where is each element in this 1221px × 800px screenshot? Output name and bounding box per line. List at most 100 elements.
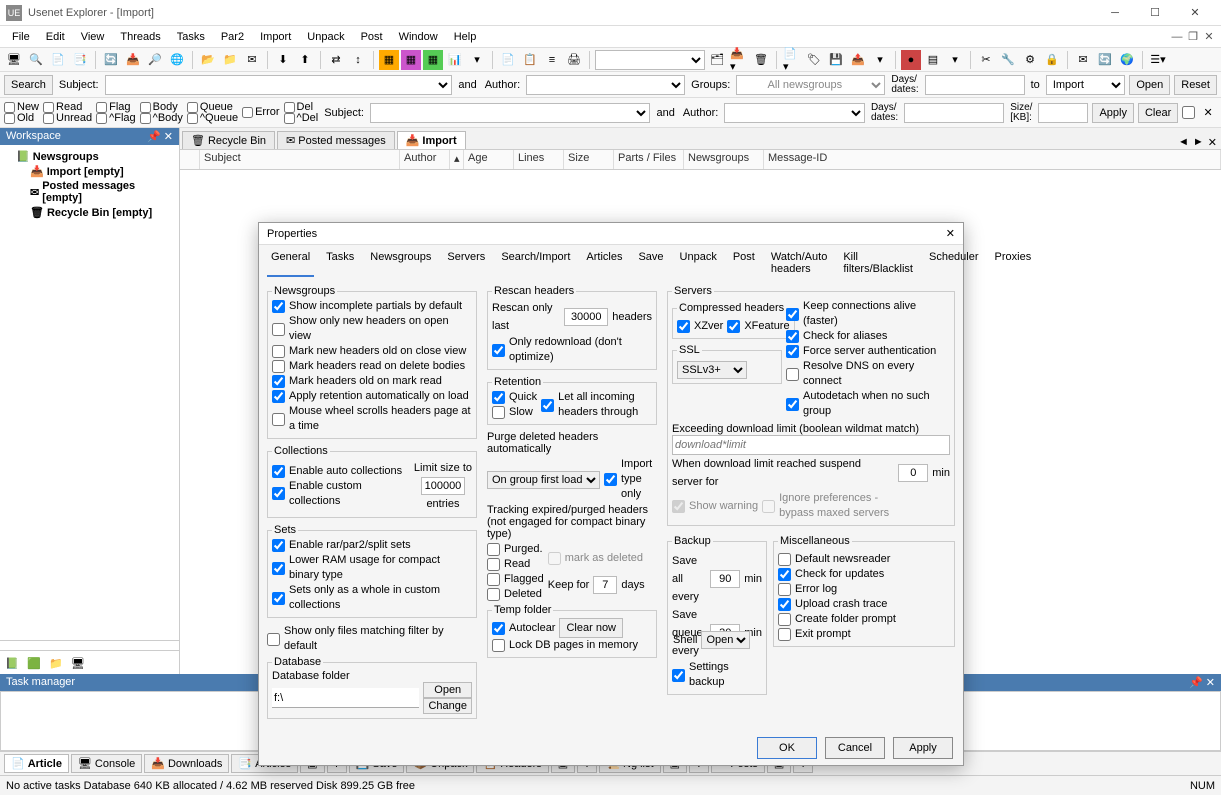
col-author[interactable]: Author: [400, 150, 450, 169]
tb-icon-15[interactable]: ↕: [348, 50, 368, 70]
dtab-kill[interactable]: Kill filters/Blacklist: [839, 249, 917, 277]
dialog-close-icon[interactable]: ✕: [946, 227, 955, 240]
chk-misc-d[interactable]: Upload crash trace: [778, 597, 950, 612]
tb-icon-11[interactable]: ✉: [242, 50, 262, 70]
keep-input[interactable]: [593, 576, 617, 594]
filter-extra-chk[interactable]: [1182, 106, 1195, 119]
chk-autoclear[interactable]: Autoclear: [492, 621, 555, 636]
tb-icon-13[interactable]: ⬆: [295, 50, 315, 70]
chk-col-b[interactable]: Enable custom collections: [272, 479, 410, 509]
chk-ng-d[interactable]: Mark headers read on delete bodies: [272, 359, 472, 374]
chk-ignore[interactable]: Ignore preferences - bypass maxed server…: [762, 491, 889, 521]
filter-unread[interactable]: Unread: [43, 113, 92, 124]
chk-ng-e[interactable]: Mark headers old on mark read: [272, 374, 472, 389]
tb-icon-23[interactable]: ≡: [542, 50, 562, 70]
col-subject[interactable]: Subject: [200, 150, 400, 169]
import-combo[interactable]: Import: [1046, 75, 1126, 95]
tb-icon-16[interactable]: ▦: [379, 50, 399, 70]
db-change-button[interactable]: Change: [423, 698, 472, 714]
sidetab-2-icon[interactable]: 🟩: [24, 653, 44, 673]
tb-icon-6[interactable]: 📥: [123, 50, 143, 70]
tb-icon-38[interactable]: ⚙: [1020, 50, 1040, 70]
btab-downloads[interactable]: 📥 Downloads: [144, 754, 229, 773]
toolbar-combo[interactable]: [595, 50, 705, 70]
chk-ret-slow[interactable]: Slow: [492, 405, 537, 420]
tb-icon-30[interactable]: 💾: [826, 50, 846, 70]
menu-help[interactable]: Help: [446, 29, 485, 45]
dtab-proxies[interactable]: Proxies: [991, 249, 1036, 277]
sidebar-close-icon[interactable]: ✕: [164, 131, 173, 143]
chk-track-read[interactable]: Read: [487, 557, 544, 572]
author-input[interactable]: [526, 75, 685, 95]
tb-icon-10[interactable]: 📁: [220, 50, 240, 70]
chk-ret-quick[interactable]: Quick: [492, 390, 537, 405]
chk-sets-a[interactable]: Enable rar/par2/split sets: [272, 538, 472, 553]
chk-sets-b[interactable]: Lower RAM usage for compact binary type: [272, 553, 472, 583]
menu-file[interactable]: File: [4, 29, 38, 45]
taskmgr-close-icon[interactable]: ✕: [1206, 677, 1215, 689]
rescan-input[interactable]: [564, 308, 608, 326]
menu-threads[interactable]: Threads: [112, 29, 168, 45]
suspend-input[interactable]: [898, 464, 928, 482]
tb-icon-9[interactable]: 📂: [198, 50, 218, 70]
chk-srv-b[interactable]: Check for aliases: [786, 329, 950, 344]
chk-track-purged[interactable]: Purged.: [487, 542, 544, 557]
filter-author-input[interactable]: [724, 103, 865, 123]
chk-srv-c[interactable]: Force server authentication: [786, 344, 950, 359]
chk-srv-a[interactable]: Keep connections alive (faster): [786, 299, 950, 329]
bkp-input[interactable]: [710, 570, 740, 588]
chk-ng-b[interactable]: Show only new headers on open view: [272, 314, 472, 344]
clearnow-button[interactable]: Clear now: [559, 618, 623, 638]
chk-ng-a[interactable]: Show incomplete partials by default: [272, 299, 472, 314]
filter-close-icon[interactable]: ✕: [1199, 103, 1217, 123]
tb-icon-32[interactable]: ▾: [870, 50, 890, 70]
menu-view[interactable]: View: [73, 29, 113, 45]
chk-ret-let[interactable]: Let all incoming headers through: [541, 390, 638, 420]
chk-track-mark[interactable]: mark as deleted: [548, 551, 645, 566]
dtab-watch[interactable]: Watch/Auto headers: [767, 249, 831, 277]
chk-filterdef[interactable]: Show only files matching filter by defau…: [267, 624, 477, 654]
taskmgr-pin-icon[interactable]: 📌: [1189, 677, 1203, 689]
tb-icon-8[interactable]: 🌐: [167, 50, 187, 70]
col-sort-icon[interactable]: ▴: [450, 150, 464, 169]
tb-icon-39[interactable]: 🔒: [1042, 50, 1062, 70]
clear-button[interactable]: Clear: [1138, 103, 1178, 123]
days-from-input[interactable]: [925, 75, 1025, 95]
menu-import[interactable]: Import: [252, 29, 299, 45]
shell-combo[interactable]: Open: [701, 631, 750, 649]
filter-subject-input[interactable]: [370, 103, 651, 123]
tb-icon-43[interactable]: ☰▾: [1148, 50, 1168, 70]
maximize-button[interactable]: ☐: [1135, 1, 1175, 25]
chk-srv-d[interactable]: Resolve DNS on every connect: [786, 359, 950, 389]
tb-icon-40[interactable]: ✉: [1073, 50, 1093, 70]
tb-icon-1[interactable]: 🖥: [4, 50, 24, 70]
tb-icon-41[interactable]: 🔄: [1095, 50, 1115, 70]
chk-col-a[interactable]: Enable auto collections: [272, 464, 410, 479]
search-button[interactable]: Search: [4, 75, 53, 95]
chk-track-flag[interactable]: Flagged: [487, 572, 544, 587]
dtab-tasks[interactable]: Tasks: [322, 249, 358, 277]
tree-recycle[interactable]: 🗑 Recycle Bin [empty]: [2, 205, 177, 220]
tree-newsgroups[interactable]: 📗 Newsgroups: [2, 149, 177, 164]
sizekb-input[interactable]: [1038, 103, 1088, 123]
tb-icon-2[interactable]: 🔍: [26, 50, 46, 70]
tb-icon-24[interactable]: 🖨: [564, 50, 584, 70]
mdi-restore-icon[interactable]: ❐: [1185, 29, 1201, 45]
tb-icon-29[interactable]: 🏷: [804, 50, 824, 70]
tb-icon-34[interactable]: ▤: [923, 50, 943, 70]
exceed-input[interactable]: [672, 435, 950, 455]
tb-icon-33[interactable]: ●: [901, 50, 921, 70]
menu-par2[interactable]: Par2: [213, 29, 252, 45]
chk-misc-a[interactable]: Default newsreader: [778, 552, 950, 567]
ok-button[interactable]: OK: [757, 737, 817, 759]
tb-icon-17[interactable]: ▦: [401, 50, 421, 70]
subject-input[interactable]: [105, 75, 453, 95]
mdi-close-icon[interactable]: ✕: [1201, 29, 1217, 45]
filter-error[interactable]: Error: [242, 107, 279, 118]
chk-xzver[interactable]: XZver: [677, 319, 723, 334]
apply-button[interactable]: Apply: [1092, 103, 1134, 123]
tab-posted[interactable]: ✉ Posted messages: [277, 131, 395, 149]
chk-xfeat[interactable]: XFeature: [727, 319, 789, 334]
tb-icon-25[interactable]: 🗂: [707, 50, 727, 70]
tb-icon-22[interactable]: 📋: [520, 50, 540, 70]
